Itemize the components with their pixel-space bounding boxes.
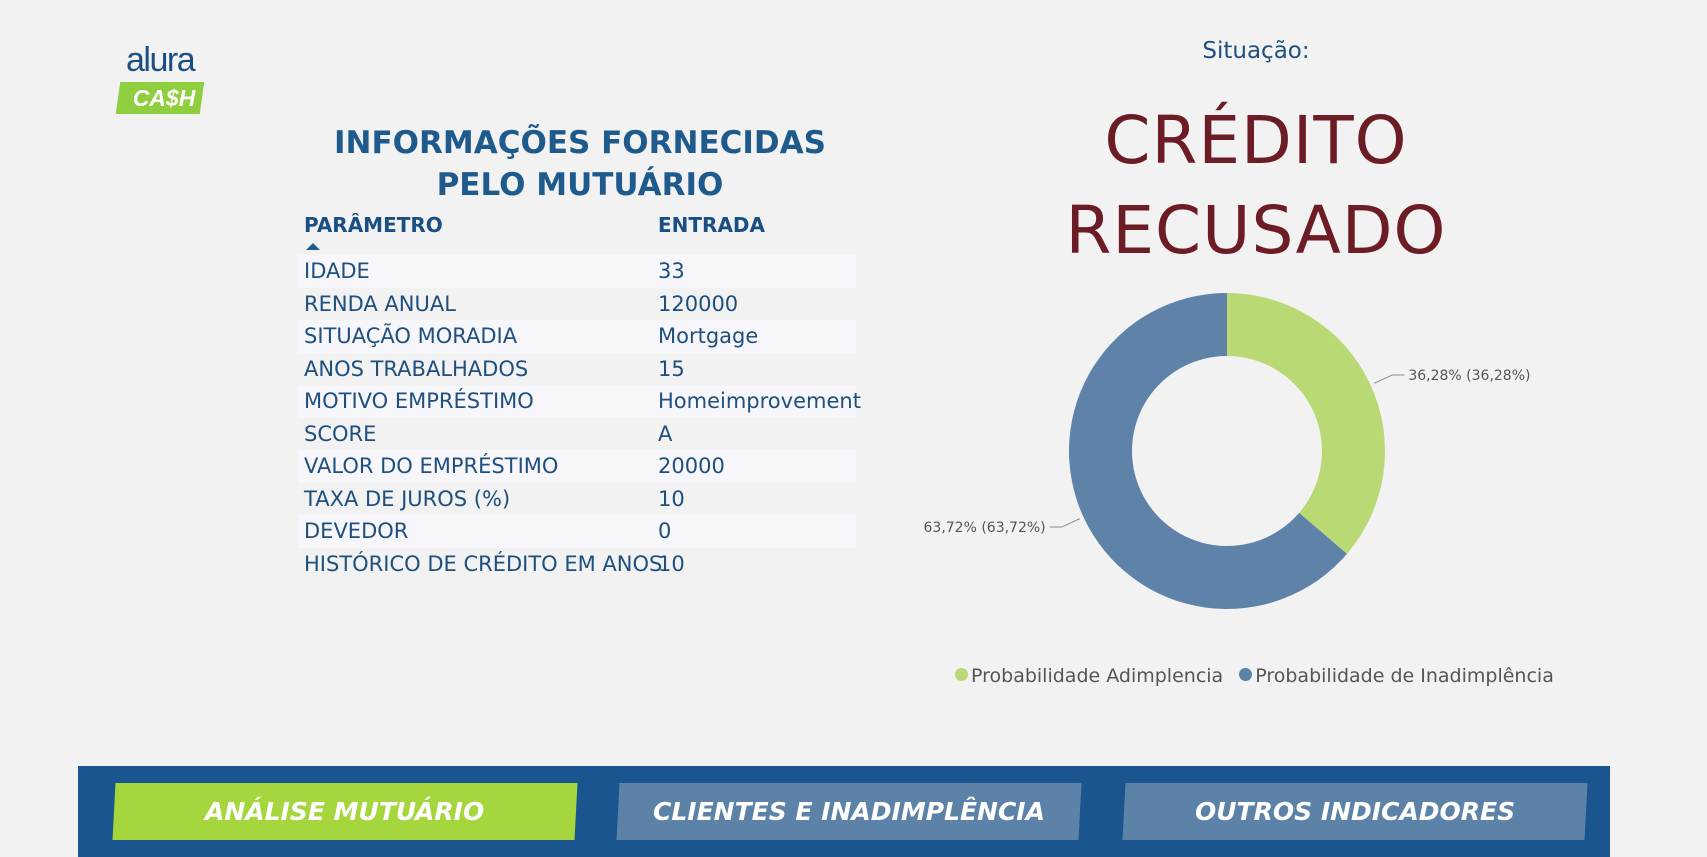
tab-label: CLIENTES E INADIMPLÊNCIA	[653, 797, 1045, 826]
table-header: PARÂMETRO ENTRADA	[298, 207, 856, 255]
row-param: HISTÓRICO DE CRÉDITO EM ANOS	[304, 551, 663, 576]
logo-word: alura	[126, 41, 196, 79]
row-param: SITUAÇÃO MORADIA	[304, 324, 518, 348]
row-value: 10	[658, 486, 685, 511]
column-header-param[interactable]: PARÂMETRO	[304, 213, 443, 237]
row-param: ANOS TRABALHADOS	[304, 356, 529, 381]
row-param: DEVEDOR	[304, 519, 409, 543]
data-label-leader-1	[1049, 518, 1081, 528]
alura-cash-logo: alura CA$H	[115, 41, 210, 118]
table-row: ANOS TRABALHADOS 15	[298, 353, 856, 386]
row-value: 15	[658, 356, 685, 381]
tab-outros-indicadores[interactable]: OUTROS INDICADORES	[1122, 783, 1588, 840]
row-param: RENDA ANUAL	[304, 291, 456, 316]
row-value: 10	[658, 551, 685, 576]
legend-dot-inadimplencia	[1239, 668, 1253, 681]
tab-label: ANÁLISE MUTUÁRIO	[205, 797, 485, 826]
row-param: VALOR DO EMPRÉSTIMO	[304, 454, 559, 478]
sort-ascending-icon[interactable]	[306, 243, 320, 250]
row-value: 20000	[658, 454, 725, 478]
legend-label: Probabilidade Adimplencia	[971, 665, 1224, 687]
row-param: IDADE	[304, 259, 370, 283]
column-header-value[interactable]: ENTRADA	[658, 213, 765, 237]
table-row: IDADE 33	[298, 255, 856, 288]
donut-slice-0[interactable]	[1227, 293, 1385, 554]
data-label-0: 36,28% (36,28%)	[1408, 368, 1530, 384]
table-row: SITUAÇÃO MORADIA Mortgage	[298, 320, 856, 353]
data-label-1: 63,72% (63,72%)	[924, 520, 1046, 536]
row-value: Mortgage	[658, 324, 759, 348]
row-param: TAXA DE JUROS (%)	[304, 486, 511, 511]
chart-legend: Probabilidade Adimplencia Probabilidade …	[955, 665, 1564, 687]
bottom-navigation: ANÁLISE MUTUÁRIO CLIENTES E INADIMPLÊNCI…	[78, 766, 1610, 857]
status-label: Situação:	[1202, 38, 1310, 64]
borrower-info-table: PARÂMETRO ENTRADA IDADE 33 RENDA ANUAL 1…	[298, 207, 861, 581]
legend-dot-adimplencia	[955, 668, 968, 681]
row-value: 120000	[658, 291, 739, 316]
logo-badge-text: CA$H	[132, 85, 196, 111]
table-row: VALOR DO EMPRÉSTIMO 20000	[298, 450, 856, 483]
probability-donut-chart: 36,28% (36,28%) 63,72% (63,72%)	[924, 293, 1530, 609]
row-value: 0	[658, 519, 672, 543]
table-row: TAXA DE JUROS (%) 10	[298, 483, 856, 516]
table-row: DEVEDOR 0	[298, 515, 856, 548]
table-row: RENDA ANUAL 120000	[298, 288, 856, 321]
row-value: Homeimprovement	[658, 389, 861, 413]
tab-label: OUTROS INDICADORES	[1194, 797, 1516, 826]
data-label-leader-0	[1373, 374, 1405, 384]
row-param: MOTIVO EMPRÉSTIMO	[304, 389, 534, 413]
credit-status: CRÉDITO RECUSADO	[1065, 102, 1447, 269]
table-row: HISTÓRICO DE CRÉDITO EM ANOS 10	[298, 548, 856, 581]
table-row: MOTIVO EMPRÉSTIMO Homeimprovement	[298, 385, 861, 418]
tab-clientes-inadimplencia[interactable]: CLIENTES E INADIMPLÊNCIA	[616, 783, 1082, 840]
panel-title: INFORMAÇÕES FORNECIDAS PELO MUTUÁRIO	[334, 125, 826, 203]
row-value: A	[658, 421, 673, 446]
legend-label: Probabilidade de Inadimplência	[1255, 665, 1554, 687]
table-row: SCORE A	[298, 418, 856, 451]
legend-item-adimplencia[interactable]: Probabilidade Adimplencia	[955, 665, 1223, 687]
row-param: SCORE	[304, 421, 377, 446]
tab-analise-mutuario[interactable]: ANÁLISE MUTUÁRIO	[112, 783, 578, 840]
row-value: 33	[658, 259, 685, 283]
legend-item-inadimplencia[interactable]: Probabilidade de Inadimplência	[1239, 665, 1554, 687]
